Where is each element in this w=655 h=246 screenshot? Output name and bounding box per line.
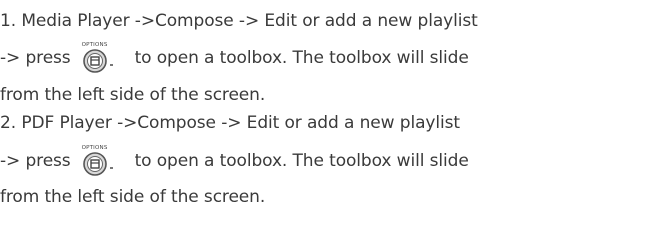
options-button-icon: OPTIONS [79, 41, 119, 75]
paragraph-1-number: 1. [0, 11, 17, 31]
paragraph-1-toolbox-text: to open a toolbox. The toolbox will slid… [134, 48, 469, 68]
paragraph-1-slide-text: from the left side of the screen. [0, 85, 266, 105]
paragraph-2-toolbox-text: to open a toolbox. The toolbox will slid… [134, 151, 469, 171]
paragraph-2-line-3: from the left side of the screen. [0, 180, 265, 214]
paragraph-1-path: Media Player ->Compose -> Edit or add a … [21, 11, 478, 31]
paragraph-2-line-1: 2. PDF Player ->Compose -> Edit or add a… [0, 106, 460, 140]
paragraph-2-number: 2. [0, 113, 17, 133]
paragraph-2-slide-text: from the left side of the screen. [0, 187, 266, 207]
options-button-icon: OPTIONS [79, 144, 119, 178]
paragraph-1-line-2: -> press OPTIONS to open a toolbox. The … [0, 41, 469, 75]
paragraph-2-path: PDF Player ->Compose -> Edit or add a ne… [21, 113, 460, 133]
instruction-document: 1. Media Player ->Compose -> Edit or add… [0, 0, 655, 246]
paragraph-1-line-1: 1. Media Player ->Compose -> Edit or add… [0, 4, 478, 38]
paragraph-2-line-2: -> press OPTIONS to open a toolbox. The … [0, 144, 469, 178]
paragraph-2-press-text: -> press [0, 151, 71, 171]
paragraph-1-press-text: -> press [0, 48, 71, 68]
